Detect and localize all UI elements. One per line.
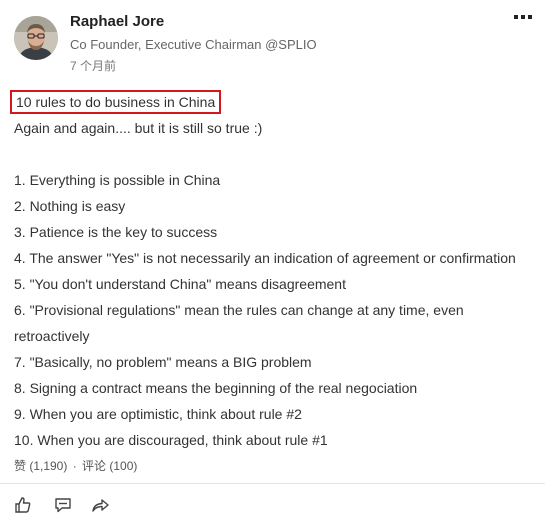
rule-item: 5. "You don't understand China" means di… bbox=[14, 276, 346, 292]
rule-item: 4. The answer "Yes" is not necessarily a… bbox=[14, 250, 516, 266]
like-button[interactable] bbox=[14, 496, 32, 514]
author-headline: Co Founder, Executive Chairman @SPLIO bbox=[70, 37, 317, 52]
rule-item: 7. "Basically, no problem" means a BIG p… bbox=[14, 354, 312, 370]
comment-button[interactable] bbox=[54, 496, 72, 514]
post-intro: Again and again.... but it is still so t… bbox=[14, 120, 263, 136]
thumbs-up-icon bbox=[15, 497, 31, 513]
rule-item: 6. "Provisional regulations" mean the ru… bbox=[14, 302, 464, 344]
count-separator: · bbox=[72, 459, 77, 473]
rule-item: 2. Nothing is easy bbox=[14, 198, 126, 214]
post-body: 10 rules to do business in China Again a… bbox=[10, 89, 536, 453]
avatar-portrait bbox=[14, 16, 58, 60]
author-avatar[interactable] bbox=[14, 16, 58, 60]
post-title: 10 rules to do business in China bbox=[16, 94, 216, 110]
social-counts: 赞 (1,190) · 评论 (100) bbox=[14, 457, 139, 474]
share-button[interactable] bbox=[91, 496, 109, 514]
rule-item: 1. Everything is possible in China bbox=[14, 172, 221, 188]
likes-count[interactable]: 赞 (1,190) bbox=[14, 459, 67, 473]
divider bbox=[0, 483, 545, 484]
rule-item: 8. Signing a contract means the beginnin… bbox=[14, 380, 418, 396]
post-title-highlight: 10 rules to do business in China bbox=[10, 90, 222, 114]
post-timestamp: 7 个月前 bbox=[70, 59, 117, 73]
more-options-button[interactable] bbox=[511, 7, 535, 27]
comment-icon bbox=[55, 498, 71, 513]
author-name[interactable]: Raphael Jore bbox=[70, 13, 164, 30]
comments-count[interactable]: 评论 (100) bbox=[82, 459, 137, 473]
rule-item: 3. Patience is the key to success bbox=[14, 224, 218, 240]
more-dots-icon bbox=[514, 15, 532, 19]
rule-item: 9. When you are optimistic, think about … bbox=[14, 406, 302, 422]
rule-item: 10. When you are discouraged, think abou… bbox=[14, 432, 328, 448]
share-icon bbox=[92, 499, 109, 512]
